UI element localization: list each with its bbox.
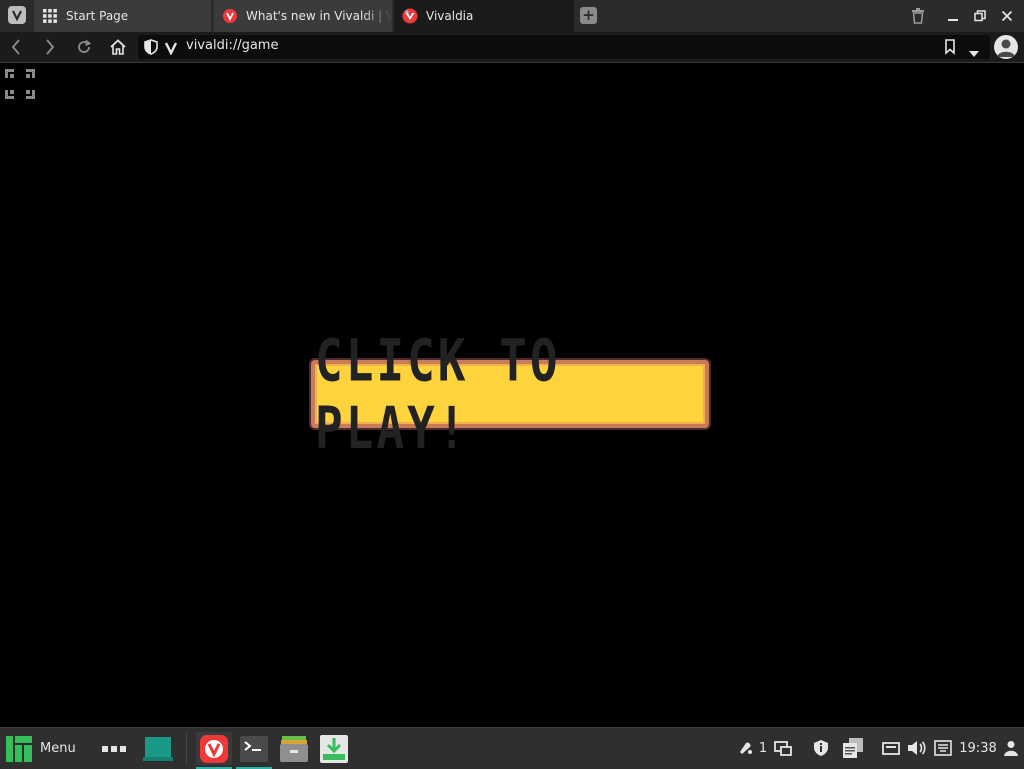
back-button[interactable] bbox=[6, 37, 26, 57]
profile-avatar[interactable] bbox=[994, 35, 1018, 59]
address-bar: vivaldi://game bbox=[0, 32, 1024, 63]
taskbar: Menu 1 19:38 bbox=[0, 727, 1024, 769]
menu-label: Menu bbox=[40, 741, 76, 756]
archive-icon bbox=[280, 735, 308, 762]
keyboard-layout-icon[interactable] bbox=[933, 738, 953, 758]
update-info-icon[interactable] bbox=[812, 738, 830, 758]
chevron-down-icon[interactable] bbox=[968, 43, 980, 62]
new-tab-button[interactable]: + bbox=[580, 7, 597, 24]
vivaldi-menu-button[interactable] bbox=[8, 6, 26, 24]
notification-count: 1 bbox=[758, 740, 768, 756]
bookmark-icon[interactable] bbox=[944, 39, 956, 59]
package-download-icon bbox=[320, 734, 348, 763]
game-canvas[interactable]: CLICK TO PLAY! bbox=[0, 63, 1024, 727]
tab-bar: Start Page What's new in Vivaldi | Vival… bbox=[0, 0, 1024, 32]
url-field[interactable]: vivaldi://game bbox=[138, 35, 990, 59]
dots-icon bbox=[102, 745, 126, 752]
tab-whats-new[interactable]: What's new in Vivaldi | Vival bbox=[214, 0, 392, 32]
minimize-button[interactable] bbox=[943, 6, 963, 26]
workspace-icon[interactable] bbox=[774, 738, 792, 758]
notification-icon[interactable] bbox=[738, 738, 754, 758]
click-to-play-button[interactable]: CLICK TO PLAY! bbox=[311, 327, 709, 462]
show-apps-button[interactable] bbox=[98, 732, 130, 765]
taskbar-software-manager[interactable] bbox=[316, 732, 352, 765]
play-label: CLICK TO PLAY! bbox=[315, 326, 561, 462]
clock[interactable]: 19:38 bbox=[958, 738, 998, 758]
vivaldia-icon bbox=[402, 8, 418, 24]
url-text[interactable]: vivaldi://game bbox=[186, 38, 278, 53]
user-icon bbox=[997, 39, 1015, 57]
home-button[interactable] bbox=[108, 37, 128, 57]
tab-vivaldia[interactable]: Vivaldia bbox=[394, 0, 574, 32]
terminal-icon bbox=[240, 735, 268, 762]
manjaro-logo-icon bbox=[6, 735, 32, 762]
fullscreen-icon[interactable] bbox=[5, 69, 35, 99]
tab-start-page[interactable]: Start Page bbox=[34, 0, 212, 32]
grid-icon bbox=[42, 8, 58, 24]
taskbar-vivaldi[interactable] bbox=[196, 732, 232, 769]
reload-button[interactable] bbox=[74, 37, 94, 57]
vivaldi-icon bbox=[200, 734, 228, 763]
desktop-icon bbox=[143, 736, 173, 761]
user-icon[interactable] bbox=[1003, 738, 1019, 758]
vivaldi-site-icon bbox=[164, 40, 178, 59]
shield-icon[interactable] bbox=[144, 39, 158, 59]
clipboard-icon[interactable] bbox=[842, 738, 864, 758]
forward-button[interactable] bbox=[40, 37, 60, 57]
trash-icon[interactable] bbox=[908, 6, 928, 26]
close-button[interactable] bbox=[997, 6, 1017, 26]
start-menu-button[interactable]: Menu bbox=[6, 732, 78, 765]
volume-icon[interactable] bbox=[907, 738, 927, 758]
tab-label: Vivaldia bbox=[426, 9, 474, 23]
tab-label: Start Page bbox=[66, 9, 129, 23]
network-icon[interactable] bbox=[882, 738, 900, 758]
taskbar-archive[interactable] bbox=[276, 732, 312, 765]
taskbar-terminal[interactable] bbox=[236, 732, 272, 769]
vivaldi-logo-icon bbox=[12, 10, 22, 21]
restore-button[interactable] bbox=[970, 6, 990, 26]
show-desktop-button[interactable] bbox=[140, 732, 176, 765]
vivaldi-icon bbox=[222, 8, 238, 24]
